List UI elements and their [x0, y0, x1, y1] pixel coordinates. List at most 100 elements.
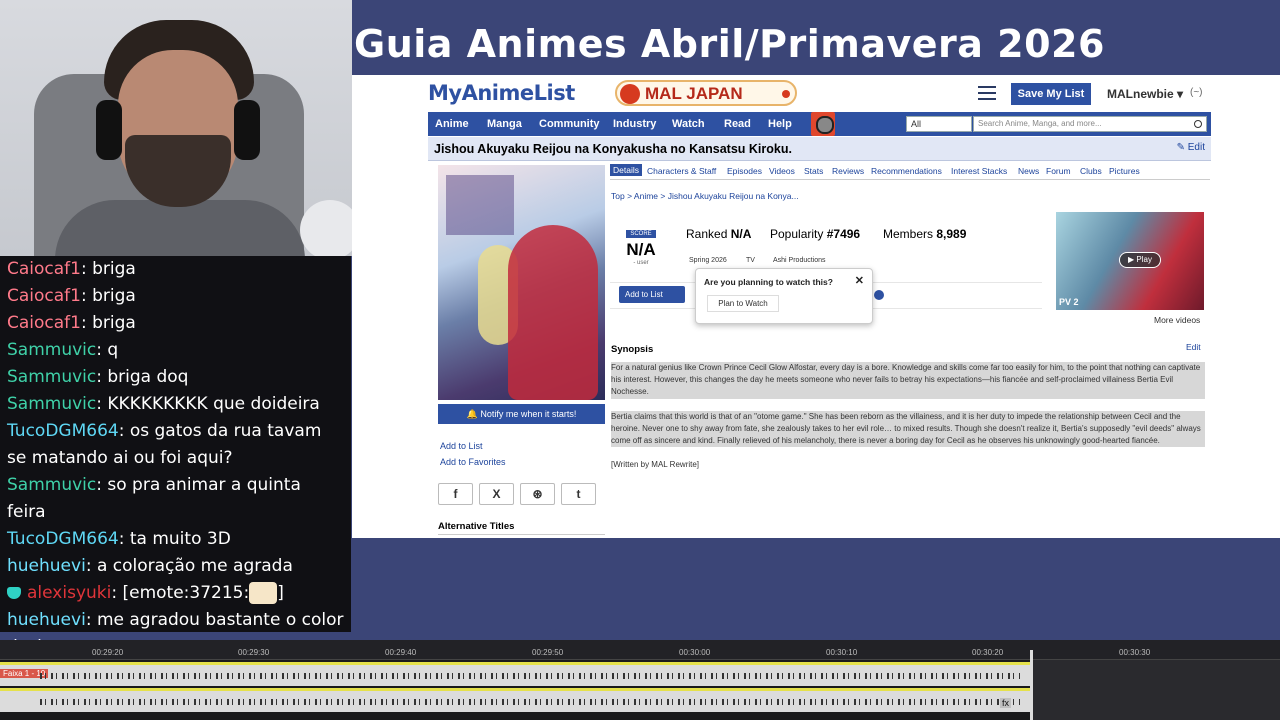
time-ruler[interactable]: 00:29:20 00:29:30 00:29:40 00:29:50 00:30:00…	[0, 640, 1280, 660]
title-bar: Jishou Akuyaku Reijou na Konyakusha no K…	[428, 137, 1211, 161]
detail-tabs: Details Characters & Staff Episodes Vide…	[610, 164, 1210, 180]
plan-to-watch-button[interactable]: Plan to Watch	[707, 295, 779, 312]
playhead[interactable]	[1030, 650, 1033, 720]
chat-username[interactable]: Sammuvic	[7, 367, 96, 387]
play-button[interactable]: ▶ Play	[1119, 252, 1161, 268]
tab-videos[interactable]: Videos	[769, 166, 795, 176]
nav-community[interactable]: Community	[539, 112, 600, 136]
tumblr-icon[interactable]: t	[561, 483, 596, 505]
nav-anime[interactable]: Anime	[435, 112, 469, 136]
tab-interest-stacks[interactable]: Interest Stacks	[951, 166, 1007, 176]
chat-username[interactable]: Sammuvic	[7, 394, 96, 414]
chat-message: Sammuvic: briga doq	[7, 367, 189, 387]
video-thumbnail[interactable]: ▶ Play PV 2	[1056, 212, 1204, 310]
chat-message: Caiocaf1: briga	[7, 259, 136, 279]
video-label: PV 2	[1059, 297, 1079, 307]
chat-username[interactable]: alexisyuki	[27, 583, 111, 603]
chat-username[interactable]: Caiocaf1	[7, 313, 81, 333]
chat-username[interactable]: Caiocaf1	[7, 286, 81, 306]
chat-username[interactable]: huehuevi	[7, 610, 86, 630]
facebook-icon[interactable]: f	[438, 483, 473, 505]
chat-message: TucoDGM664: os gatos da rua tavam se mat…	[7, 421, 322, 468]
save-list-button[interactable]: Save My List	[1011, 83, 1091, 105]
season-link[interactable]: Spring 2026	[689, 257, 727, 264]
user-menu[interactable]: MALnewbie ▾	[1107, 87, 1183, 101]
chat-username[interactable]: huehuevi	[7, 556, 86, 576]
time-tick-label: 00:29:20	[92, 648, 124, 657]
synopsis-credit: [Written by MAL Rewrite]	[611, 460, 700, 470]
search-placeholder: Search Anime, Manga, and more...	[978, 119, 1102, 128]
tab-episodes[interactable]: Episodes	[727, 166, 762, 176]
members-value: 8,989	[936, 227, 967, 241]
plus-icon[interactable]	[874, 290, 884, 300]
add-to-list-link[interactable]: Add to List	[440, 441, 483, 451]
reddit-icon[interactable]: ⊛	[520, 483, 555, 505]
nav-industry[interactable]: Industry	[613, 112, 656, 136]
chat-username[interactable]: Sammuvic	[7, 340, 96, 360]
nav-watch[interactable]: Watch	[672, 112, 705, 136]
score-box: SCORE N/A - user	[618, 222, 664, 266]
popularity-stat: Popularity #7496	[770, 227, 860, 241]
cover-image[interactable]	[438, 165, 605, 400]
notify-button[interactable]: 🔔 Notify me when it starts!	[438, 404, 605, 424]
chat-message: Caiocaf1: briga	[7, 286, 136, 306]
menu-icon[interactable]	[978, 86, 996, 100]
timeline-empty-area[interactable]	[1033, 660, 1280, 720]
event-badge-icon[interactable]	[811, 112, 835, 136]
breadcrumb[interactable]: Top > Anime > Jishou Akuyaku Reijou na K…	[611, 191, 799, 201]
waveform	[40, 673, 1020, 679]
audio-track[interactable]	[0, 688, 1030, 712]
chat-username[interactable]: Sammuvic	[7, 475, 96, 495]
tab-reviews[interactable]: Reviews	[832, 166, 864, 176]
synopsis-paragraph: Bertia claims that this world is that of…	[611, 410, 1205, 448]
maljapan-banner[interactable]: MAL JAPAN	[615, 80, 797, 106]
score-label: SCORE	[626, 230, 656, 238]
chat-text: briga	[92, 259, 136, 279]
editor-timeline: 00:29:20 00:29:30 00:29:40 00:29:50 00:30:00…	[0, 640, 1280, 720]
search-filter-select[interactable]: All	[906, 116, 972, 132]
chat-text: KKKKKKKKK que doideira	[107, 394, 320, 414]
chat-message: Sammuvic: so pra animar a quinta feira	[7, 475, 301, 522]
chat-username[interactable]: TucoDGM664	[7, 529, 119, 549]
maljapan-text: MAL JAPAN	[645, 84, 743, 104]
chat-username[interactable]: Caiocaf1	[7, 259, 81, 279]
nav-manga[interactable]: Manga	[487, 112, 522, 136]
studio-link[interactable]: Ashi Productions	[773, 257, 826, 264]
type-label: TV	[746, 257, 755, 264]
headphone-icon	[234, 100, 260, 160]
fx-icon[interactable]: fx	[1000, 698, 1012, 708]
chat-text: q	[107, 340, 119, 360]
score-value: N/A	[626, 240, 656, 259]
x-icon[interactable]: X	[479, 483, 514, 505]
edit-link[interactable]: ✎ Edit	[1177, 142, 1205, 153]
tab-recommendations[interactable]: Recommendations	[871, 166, 942, 176]
synopsis-heading: Synopsis	[611, 344, 654, 355]
tab-pictures[interactable]: Pictures	[1109, 166, 1140, 176]
nav-help[interactable]: Help	[768, 112, 792, 136]
tab-stats[interactable]: Stats	[804, 166, 823, 176]
tab-clubs[interactable]: Clubs	[1080, 166, 1102, 176]
chat-text: [emote:37215:	[122, 583, 250, 603]
tab-characters-staff[interactable]: Characters & Staff	[647, 166, 716, 176]
plan-to-watch-popup: Are you planning to watch this? ✕ Plan t…	[695, 268, 873, 324]
site-logo[interactable]: MyAnimeList	[428, 81, 575, 105]
add-to-favorites-link[interactable]: Add to Favorites	[440, 457, 506, 467]
chat-username[interactable]: TucoDGM664	[7, 421, 119, 441]
nav-read[interactable]: Read	[724, 112, 751, 136]
notification-icon[interactable]: (~)	[1190, 87, 1203, 98]
tab-news[interactable]: News	[1018, 166, 1039, 176]
more-videos-link[interactable]: More videos	[1154, 315, 1200, 325]
add-to-list-button[interactable]: Add to List	[619, 286, 685, 303]
close-icon[interactable]: ✕	[855, 274, 864, 287]
synopsis-edit-link[interactable]: Edit	[1186, 342, 1201, 352]
ranked-value: N/A	[730, 227, 752, 241]
tab-forum[interactable]: Forum	[1046, 166, 1071, 176]
search-icon[interactable]	[1194, 120, 1202, 128]
chat-panel: Caiocaf1: briga Caiocaf1: briga Caiocaf1: …	[0, 256, 351, 657]
chat-text: briga	[92, 313, 136, 333]
waveform	[40, 699, 1020, 705]
tab-details[interactable]: Details	[610, 164, 642, 176]
audio-track[interactable]: Faixa 1 - 10	[0, 662, 1030, 686]
search-input[interactable]: Search Anime, Manga, and more...	[973, 116, 1207, 132]
ranked-stat: Ranked N/A	[686, 227, 751, 241]
